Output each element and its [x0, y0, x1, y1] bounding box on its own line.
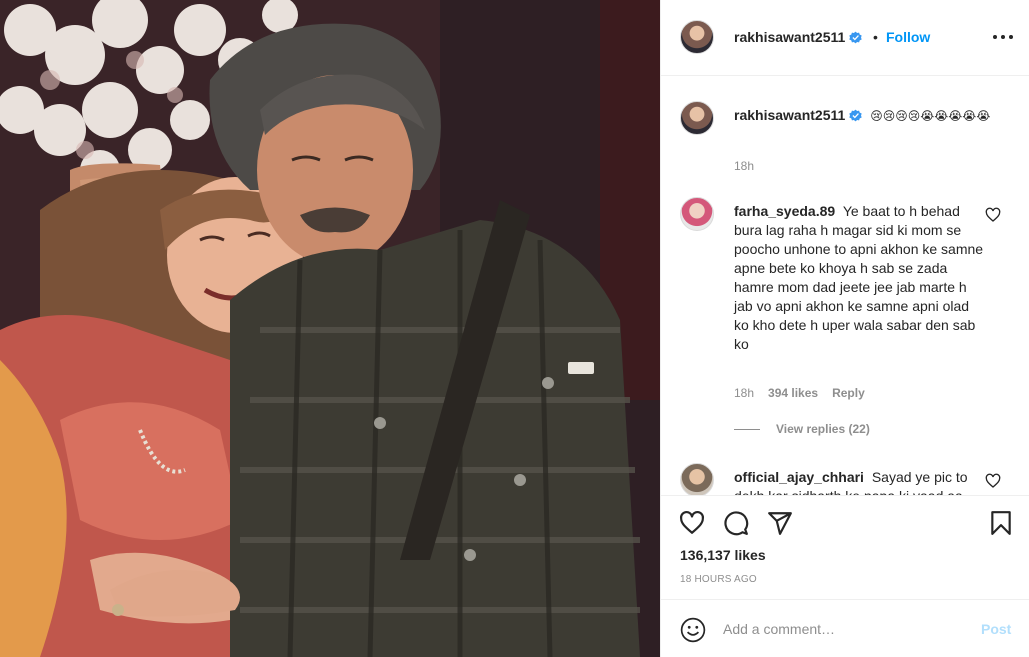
- post-photo[interactable]: [0, 0, 660, 657]
- comment-likes[interactable]: 394 likes: [768, 386, 818, 400]
- replies-divider: [734, 429, 760, 431]
- author-avatar[interactable]: [680, 20, 714, 54]
- more-options-icon[interactable]: [991, 30, 1015, 44]
- photo-illustration: [0, 0, 660, 657]
- add-comment-bar: Post: [661, 599, 1029, 657]
- verified-badge-icon: [849, 31, 862, 44]
- header-separator: •: [873, 29, 878, 45]
- heart-icon[interactable]: [679, 510, 705, 536]
- caption-time-text: 18h: [734, 159, 755, 173]
- caption-username[interactable]: rakhisawant2511: [734, 107, 862, 123]
- caption-avatar[interactable]: [680, 101, 714, 135]
- author-username[interactable]: rakhisawant2511: [734, 29, 862, 45]
- comment-username[interactable]: farha_syeda.89: [734, 203, 835, 219]
- post-side-panel: rakhisawant2511 • Follow rakhisawant2511…: [660, 0, 1029, 657]
- likes-count[interactable]: 136,137 likes: [680, 547, 766, 563]
- comment-text-block: official_ajay_chhari Sayad ye pic to dek…: [734, 468, 984, 495]
- heart-icon[interactable]: [985, 207, 1001, 223]
- post-actions: 136,137 likes 18 HOURS AGO: [661, 495, 1029, 597]
- comment-username[interactable]: official_ajay_chhari: [734, 469, 864, 485]
- comment-time: 18h: [734, 386, 755, 400]
- comment-icon[interactable]: [723, 510, 749, 536]
- author-username-text[interactable]: rakhisawant2511: [734, 29, 845, 45]
- caption-time: 18h: [734, 159, 754, 173]
- bookmark-icon[interactable]: [988, 510, 1014, 536]
- post-header: rakhisawant2511 • Follow: [661, 0, 1029, 76]
- post-comment-button[interactable]: Post: [981, 621, 1011, 637]
- heart-icon[interactable]: [985, 473, 1001, 489]
- comment-text-block: farha_syeda.89 Ye baat to h behad bura l…: [734, 202, 984, 354]
- reply-button[interactable]: Reply: [832, 386, 865, 400]
- follow-button[interactable]: Follow: [886, 29, 930, 45]
- caption-text-block: rakhisawant2511 😢😢😢😢😭😭😭😭😭: [734, 106, 1004, 126]
- commenter-avatar[interactable]: [680, 197, 714, 231]
- post-timestamp: 18 HOURS AGO: [680, 574, 757, 585]
- comments-list[interactable]: rakhisawant2511 😢😢😢😢😭😭😭😭😭 18h farha_syed…: [661, 77, 1029, 495]
- share-icon[interactable]: [767, 510, 793, 536]
- view-replies-text[interactable]: View replies (22): [776, 422, 870, 436]
- caption-text: 😢😢😢😢😭😭😭😭😭: [870, 109, 991, 123]
- comment-input[interactable]: [723, 617, 973, 641]
- emoji-icon[interactable]: [680, 617, 706, 643]
- comment-meta: 18h 394 likes Reply: [734, 386, 865, 400]
- commenter-avatar[interactable]: [680, 463, 714, 495]
- caption-username-text[interactable]: rakhisawant2511: [734, 107, 845, 123]
- verified-badge-icon: [849, 109, 862, 122]
- view-replies-button[interactable]: View replies (22): [734, 422, 870, 436]
- comment-text: Ye baat to h behad bura lag raha h magar…: [734, 203, 984, 352]
